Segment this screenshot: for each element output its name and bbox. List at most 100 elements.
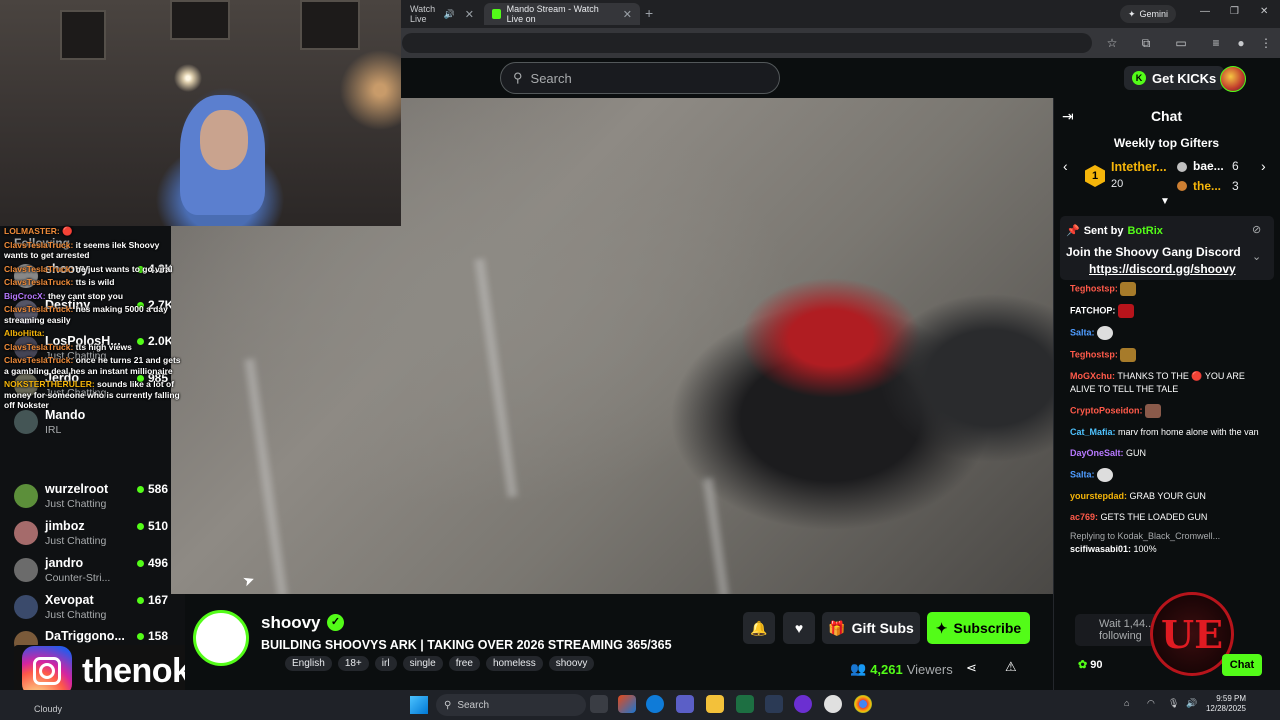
chevron-left-icon[interactable]: ‹: [1063, 158, 1068, 174]
address-bar[interactable]: [402, 33, 1092, 53]
app-icon[interactable]: [794, 695, 812, 713]
microphone-icon[interactable]: 🎙: [1168, 698, 1179, 709]
app-icon[interactable]: [824, 695, 842, 713]
extensions-icon[interactable]: ⧉: [1138, 35, 1154, 51]
close-tab-icon[interactable]: ✕: [623, 8, 632, 21]
profile-icon[interactable]: ●: [1233, 35, 1249, 51]
chat-username[interactable]: MoGXchu:: [1070, 371, 1115, 381]
tag[interactable]: irl: [374, 656, 397, 671]
pinned-sender: 📌 Sent by BotRix: [1066, 224, 1163, 238]
chat-username[interactable]: Salta:: [1070, 327, 1095, 337]
chevron-down-icon[interactable]: ▼: [1160, 196, 1170, 207]
chat-username[interactable]: ac769:: [1070, 512, 1098, 522]
chat-username[interactable]: Salta:: [1070, 469, 1095, 479]
viewer-count: 4,261: [870, 661, 903, 677]
chat-username[interactable]: Teghostsp:: [1070, 349, 1118, 359]
streamer-avatar[interactable]: [193, 610, 249, 666]
chat-text: 100%: [1133, 544, 1157, 554]
user-avatar[interactable]: [1220, 66, 1246, 92]
hide-pin-icon[interactable]: ⊘: [1252, 223, 1261, 236]
sidebar-channel[interactable]: Xevopat Just Chatting 167: [14, 591, 174, 627]
chevron-down-icon[interactable]: ⌄: [1252, 250, 1261, 263]
silver-medal-icon: [1177, 162, 1187, 172]
subscribe-button[interactable]: ✦ Subscribe: [927, 612, 1030, 644]
chat-text: GRAB YOUR GUN: [1129, 491, 1206, 501]
streamer-name[interactable]: shoovy: [261, 613, 321, 633]
taskbar-clock[interactable]: 9:59 PM 12/28/2025: [1200, 694, 1246, 714]
sent-by-label: Sent by: [1083, 224, 1124, 237]
chat-send-button[interactable]: Chat: [1222, 654, 1262, 676]
search-icon: ⚲: [444, 699, 452, 711]
new-tab-icon[interactable]: +: [645, 5, 653, 21]
excel-icon[interactable]: [736, 695, 754, 713]
menu-icon[interactable]: ⋮: [1258, 35, 1274, 51]
network-icon[interactable]: ⌂: [1124, 698, 1129, 708]
search-input[interactable]: ⚲ Search: [500, 62, 780, 94]
copilot-icon[interactable]: [618, 695, 636, 713]
emote-icon: [1117, 304, 1134, 318]
verified-badge-icon: ✓: [327, 614, 344, 631]
tag[interactable]: 18+: [337, 656, 369, 671]
gift-subs-button[interactable]: 🎁 Gift Subs: [822, 612, 920, 644]
media-icon[interactable]: ≡: [1208, 35, 1224, 51]
chat-message: ac769: GETS THE LOADED GUN: [1070, 511, 1270, 524]
follow-button[interactable]: ♥: [783, 612, 815, 644]
gemini-button[interactable]: ✦ Gemini: [1120, 5, 1177, 23]
chat-username[interactable]: FATCHOP:: [1070, 305, 1115, 315]
tag[interactable]: free: [448, 656, 480, 671]
notification-bell-button[interactable]: 🔔: [743, 612, 775, 644]
taskbar-search-label: Search: [457, 699, 490, 711]
chat-username[interactable]: Teghostsp:: [1070, 283, 1118, 293]
chat-username[interactable]: scifiwasabi01:: [1070, 544, 1131, 554]
close-tab-icon[interactable]: ✕: [465, 8, 474, 21]
live-dot-icon: [137, 633, 144, 640]
tag[interactable]: English: [285, 656, 332, 671]
wifi-icon[interactable]: ◠: [1147, 698, 1155, 709]
discord-link[interactable]: https://discord.gg/shoovy: [1089, 262, 1236, 276]
sidebar-channel[interactable]: jandro Counter-Stri... 496: [14, 554, 174, 590]
tag[interactable]: single: [402, 656, 443, 671]
get-kicks-label: Get KICKs: [1152, 70, 1217, 86]
chevron-right-icon[interactable]: ›: [1261, 158, 1266, 174]
sidebar-channel[interactable]: wurzelroot Just Chatting 586: [14, 480, 174, 516]
chat-username[interactable]: CryptoPoseidon:: [1070, 405, 1143, 415]
weather-label[interactable]: Cloudy: [34, 704, 62, 714]
sidebar-channel[interactable]: jimboz Just Chatting 510: [14, 517, 174, 553]
taskbar-search[interactable]: ⚲ Search: [436, 694, 586, 716]
store-icon[interactable]: [765, 695, 783, 713]
channel-name: jandro: [45, 556, 84, 570]
pinned-text: Join the Shoovy Gang Discord: [1066, 245, 1241, 259]
gifter-name[interactable]: bae...: [1193, 159, 1224, 173]
channel-name: jimboz: [45, 519, 85, 533]
tab-mando-stream[interactable]: Mando Stream - Watch Live on ✕: [484, 3, 640, 25]
chat-username[interactable]: yourstepdad:: [1070, 491, 1127, 501]
chat-username[interactable]: Cat_Mafia:: [1070, 427, 1116, 437]
top-gifter-name[interactable]: Intether...: [1111, 160, 1167, 174]
live-dot-icon: [137, 523, 144, 530]
bronze-medal-icon: [1177, 181, 1187, 191]
tab-watch-live[interactable]: Watch Live 🔊 ✕: [402, 3, 482, 25]
close-window-icon[interactable]: ✕: [1260, 6, 1268, 17]
edge-icon[interactable]: [646, 695, 664, 713]
windows-start-icon[interactable]: [410, 696, 428, 714]
channel-points[interactable]: ✿ 90: [1078, 658, 1103, 671]
file-explorer-icon[interactable]: [706, 695, 724, 713]
volume-icon[interactable]: 🔊: [1186, 698, 1197, 709]
teams-icon[interactable]: [676, 695, 694, 713]
minimize-icon[interactable]: —: [1200, 6, 1210, 17]
weekly-gifters-title: Weekly top Gifters: [1113, 136, 1220, 150]
gifter-name[interactable]: the...: [1193, 179, 1221, 193]
maximize-icon[interactable]: ❐: [1230, 6, 1239, 17]
get-kicks-button[interactable]: K Get KICKs: [1124, 66, 1225, 90]
task-view-icon[interactable]: [590, 695, 608, 713]
chat-text: marv from home alone with the van: [1118, 427, 1259, 437]
chat-username[interactable]: DayOneSalt:: [1070, 448, 1124, 458]
tag[interactable]: homeless: [485, 656, 543, 671]
cast-icon[interactable]: ▭: [1173, 35, 1189, 51]
share-icon[interactable]: ⋖: [966, 660, 977, 676]
report-icon[interactable]: ⚠: [1005, 659, 1017, 675]
tag[interactable]: shoovy: [548, 656, 595, 671]
chat-message: Teghostsp:: [1070, 282, 1270, 296]
chrome-icon[interactable]: [854, 695, 872, 713]
bookmark-star-icon[interactable]: ☆: [1104, 35, 1120, 51]
